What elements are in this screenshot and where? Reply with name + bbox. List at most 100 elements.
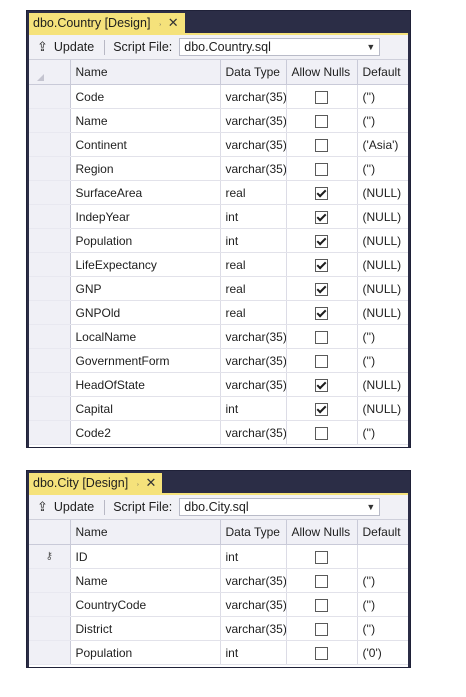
allow-nulls-cell[interactable] <box>286 348 358 373</box>
row-selector[interactable] <box>29 156 71 181</box>
row-selector[interactable] <box>29 372 71 397</box>
column-name-cell[interactable]: Capital <box>70 396 221 421</box>
allow-nulls-cell[interactable] <box>286 372 358 397</box>
default-value-cell[interactable]: (NULL) <box>357 300 408 325</box>
default-value-cell[interactable]: ('') <box>357 324 408 349</box>
column-name-cell[interactable]: Name <box>70 108 221 133</box>
script-file-dropdown[interactable]: dbo.Country.sql ▼ <box>179 38 381 56</box>
header-data-type[interactable]: Data Type <box>220 60 287 85</box>
table-row[interactable]: GovernmentForm varchar(35) ('') <box>29 348 408 373</box>
data-type-cell[interactable]: varchar(35) <box>220 592 287 617</box>
table-row[interactable]: LocalName varchar(35) ('') <box>29 324 408 349</box>
data-type-cell[interactable]: real <box>220 180 287 205</box>
header-data-type[interactable]: Data Type <box>220 520 287 545</box>
allow-nulls-checkbox[interactable] <box>315 114 328 128</box>
table-row[interactable]: ⚷ ID int <box>29 544 408 569</box>
default-value-cell[interactable]: ('') <box>357 108 408 133</box>
allow-nulls-cell[interactable] <box>286 300 358 325</box>
column-name-cell[interactable]: Population <box>70 228 221 253</box>
row-selector[interactable] <box>29 228 71 253</box>
allow-nulls-checkbox[interactable] <box>315 258 328 272</box>
allow-nulls-checkbox[interactable] <box>315 282 328 296</box>
allow-nulls-checkbox[interactable] <box>315 598 328 612</box>
row-selector[interactable] <box>29 568 71 593</box>
select-all-corner[interactable] <box>29 520 71 545</box>
allow-nulls-cell[interactable] <box>286 568 358 593</box>
default-value-cell[interactable]: ('') <box>357 156 408 181</box>
column-name-cell[interactable]: LocalName <box>70 324 221 349</box>
column-name-cell[interactable]: GNP <box>70 276 221 301</box>
table-row[interactable]: Population int (NULL) <box>29 228 408 253</box>
allow-nulls-cell[interactable] <box>286 396 358 421</box>
columns-grid[interactable]: Name Data Type Allow Nulls Default Code v… <box>29 60 408 447</box>
table-row[interactable]: District varchar(35) ('') <box>29 616 408 641</box>
default-value-cell[interactable]: (NULL) <box>357 276 408 301</box>
allow-nulls-checkbox[interactable] <box>315 90 328 104</box>
allow-nulls-cell[interactable] <box>286 592 358 617</box>
pin-icon[interactable]: ˒ <box>158 18 161 29</box>
allow-nulls-cell[interactable] <box>286 108 358 133</box>
table-row[interactable]: Continent varchar(35) ('Asia') <box>29 132 408 157</box>
data-type-cell[interactable]: varchar(35) <box>220 568 287 593</box>
allow-nulls-cell[interactable] <box>286 132 358 157</box>
default-value-cell[interactable]: ('') <box>357 420 408 445</box>
data-type-cell[interactable]: varchar(35) <box>220 324 287 349</box>
tab-city-design[interactable]: dbo.City [Design] ˒ ✕ <box>29 473 163 493</box>
header-name[interactable]: Name <box>70 520 221 545</box>
data-type-cell[interactable]: varchar(35) <box>220 132 287 157</box>
data-type-cell[interactable]: real <box>220 252 287 277</box>
table-row[interactable]: Code varchar(35) ('') <box>29 84 408 109</box>
column-name-cell[interactable]: CountryCode <box>70 592 221 617</box>
column-name-cell[interactable]: LifeExpectancy <box>70 252 221 277</box>
allow-nulls-checkbox[interactable] <box>315 210 328 224</box>
allow-nulls-checkbox[interactable] <box>315 646 328 660</box>
allow-nulls-cell[interactable] <box>286 616 358 641</box>
data-type-cell[interactable]: int <box>220 204 287 229</box>
allow-nulls-checkbox[interactable] <box>315 622 328 636</box>
row-selector[interactable] <box>29 348 71 373</box>
allow-nulls-cell[interactable] <box>286 544 358 569</box>
table-row[interactable]: Region varchar(35) ('') <box>29 156 408 181</box>
table-row[interactable]: Code2 varchar(35) ('') <box>29 420 408 445</box>
allow-nulls-cell[interactable] <box>286 640 358 665</box>
row-selector[interactable] <box>29 616 71 641</box>
default-value-cell[interactable]: (NULL) <box>357 252 408 277</box>
allow-nulls-cell[interactable] <box>286 276 358 301</box>
row-selector[interactable] <box>29 324 71 349</box>
row-selector[interactable] <box>29 640 71 665</box>
header-default[interactable]: Default <box>357 60 408 85</box>
data-type-cell[interactable]: int <box>220 640 287 665</box>
default-value-cell[interactable]: ('Asia') <box>357 132 408 157</box>
header-allow-nulls[interactable]: Allow Nulls <box>286 520 358 545</box>
allow-nulls-checkbox[interactable] <box>315 550 328 564</box>
row-selector[interactable] <box>29 108 71 133</box>
header-name[interactable]: Name <box>70 60 221 85</box>
row-selector[interactable] <box>29 300 71 325</box>
default-value-cell[interactable]: (NULL) <box>357 228 408 253</box>
table-row[interactable]: SurfaceArea real (NULL) <box>29 180 408 205</box>
row-selector[interactable] <box>29 276 71 301</box>
data-type-cell[interactable]: int <box>220 544 287 569</box>
tab-country-design[interactable]: dbo.Country [Design] ˒ ✕ <box>29 13 185 33</box>
default-value-cell[interactable]: ('') <box>357 348 408 373</box>
allow-nulls-checkbox[interactable] <box>315 574 328 588</box>
default-value-cell[interactable]: ('') <box>357 592 408 617</box>
table-row[interactable]: Name varchar(35) ('') <box>29 108 408 133</box>
default-value-cell[interactable] <box>357 544 408 569</box>
allow-nulls-cell[interactable] <box>286 420 358 445</box>
allow-nulls-checkbox[interactable] <box>315 330 328 344</box>
data-type-cell[interactable]: varchar(35) <box>220 420 287 445</box>
table-row[interactable]: CountryCode varchar(35) ('') <box>29 592 408 617</box>
table-row[interactable]: GNP real (NULL) <box>29 276 408 301</box>
default-value-cell[interactable]: (NULL) <box>357 396 408 421</box>
data-type-cell[interactable]: int <box>220 228 287 253</box>
allow-nulls-cell[interactable] <box>286 156 358 181</box>
allow-nulls-checkbox[interactable] <box>315 162 328 176</box>
data-type-cell[interactable]: varchar(35) <box>220 616 287 641</box>
data-type-cell[interactable]: varchar(35) <box>220 84 287 109</box>
column-name-cell[interactable]: Name <box>70 568 221 593</box>
data-type-cell[interactable]: varchar(35) <box>220 372 287 397</box>
row-selector[interactable] <box>29 204 71 229</box>
default-value-cell[interactable]: ('0') <box>357 640 408 665</box>
default-value-cell[interactable]: ('') <box>357 568 408 593</box>
